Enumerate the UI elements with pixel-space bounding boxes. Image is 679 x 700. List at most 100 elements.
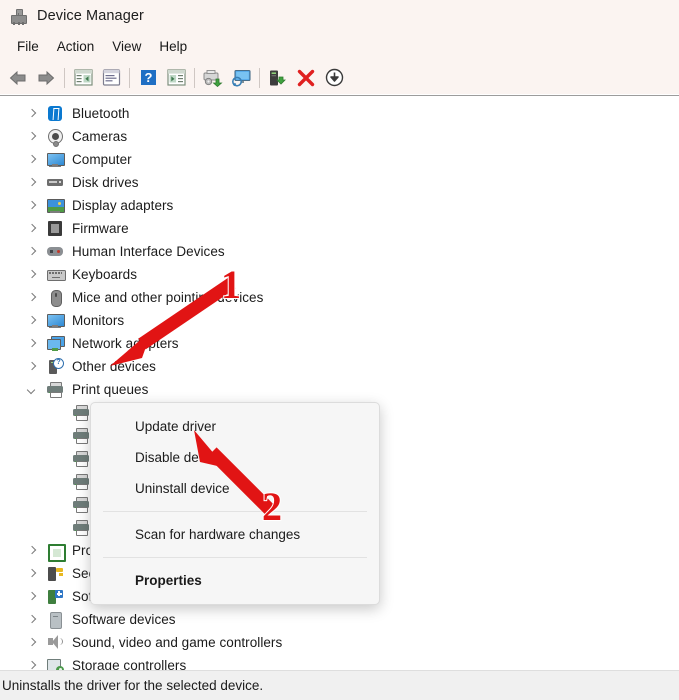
- printer-icon: [72, 404, 90, 422]
- chevron-right-icon[interactable]: [26, 338, 38, 350]
- context-menu-item-update-driver[interactable]: Update driver: [91, 411, 379, 442]
- back-icon[interactable]: [4, 65, 32, 91]
- tree-item-label: Keyboards: [72, 267, 137, 282]
- tree-item-label: Print queues: [72, 382, 149, 397]
- annotation-number-2: 2: [261, 484, 283, 529]
- enable-device-icon[interactable]: [264, 65, 292, 91]
- tree-item-label: Firmware: [72, 221, 129, 236]
- printer-icon: [72, 473, 90, 491]
- show-hide-console-tree-icon[interactable]: [69, 65, 97, 91]
- tree-item-label: Human Interface Devices: [72, 244, 225, 259]
- bluetooth-icon: [46, 105, 64, 123]
- tree-item-display-adapters[interactable]: Display adapters: [0, 194, 679, 217]
- menu-action[interactable]: Action: [48, 36, 104, 57]
- tree-item-label: Storage controllers: [72, 658, 187, 670]
- tree-item-label: Network adapters: [72, 336, 179, 351]
- context-menu-item-properties[interactable]: Properties: [91, 565, 379, 596]
- help-icon[interactable]: ?: [134, 65, 162, 91]
- tree-item-other-devices[interactable]: ? Other devices: [0, 355, 679, 378]
- software-component-icon: [46, 588, 64, 606]
- human-interface-device-icon: [46, 243, 64, 261]
- chevron-right-icon[interactable]: [26, 315, 38, 327]
- context-menu-item-scan-for-hardware-changes[interactable]: Scan for hardware changes: [91, 519, 379, 550]
- chevron-right-icon[interactable]: [26, 568, 38, 580]
- monitor-icon: [46, 312, 65, 330]
- menu-view[interactable]: View: [103, 36, 150, 57]
- context-menu-item-disable-device[interactable]: Disable device: [91, 442, 379, 473]
- display-adapter-icon: [46, 197, 65, 215]
- tree-item-label: Computer: [72, 152, 132, 167]
- toolbar: ?: [0, 61, 679, 94]
- tree-item-label: Bluetooth: [72, 106, 130, 121]
- tree-item-keyboards[interactable]: Keyboards: [0, 263, 679, 286]
- tree-item-label: Display adapters: [72, 198, 174, 213]
- tree-item-firmware[interactable]: Firmware: [0, 217, 679, 240]
- menu-file[interactable]: File: [8, 36, 48, 57]
- chevron-right-icon[interactable]: [26, 361, 38, 373]
- chevron-down-icon[interactable]: [26, 384, 38, 396]
- tree-item-sound-video-game-controllers[interactable]: Sound, video and game controllers: [0, 631, 679, 654]
- device-manager-window: Device Manager File Action View Help ? B…: [0, 0, 679, 700]
- security-device-icon: [46, 565, 64, 583]
- chevron-right-icon[interactable]: [26, 545, 38, 557]
- network-adapter-icon: [46, 335, 65, 353]
- storage-controller-icon: [46, 657, 64, 670]
- disable-device-icon[interactable]: [320, 65, 348, 91]
- show-hide-action-pane-icon[interactable]: [162, 65, 190, 91]
- printer-icon: [72, 427, 90, 445]
- menu-help[interactable]: Help: [150, 36, 196, 57]
- other-device-icon: ?: [46, 357, 64, 376]
- toolbar-separator: [194, 67, 195, 88]
- tree-top-divider: [0, 95, 679, 96]
- chevron-right-icon[interactable]: [26, 660, 38, 671]
- chevron-right-icon[interactable]: [26, 223, 38, 235]
- chevron-right-icon[interactable]: [26, 591, 38, 603]
- status-bar: Uninstalls the driver for the selected d…: [0, 670, 679, 700]
- tree-item-monitors[interactable]: Monitors: [0, 309, 679, 332]
- tree-item-network-adapters[interactable]: Network adapters: [0, 332, 679, 355]
- processor-icon: [46, 542, 66, 562]
- chevron-right-icon[interactable]: [26, 614, 38, 626]
- chevron-right-icon[interactable]: [26, 200, 38, 212]
- tree-item-print-queues[interactable]: Print queues: [0, 378, 679, 401]
- tree-item-label: Other devices: [72, 359, 156, 374]
- svg-text:?: ?: [144, 70, 152, 85]
- printer-icon: [46, 381, 64, 399]
- disk-drive-icon: [46, 174, 64, 192]
- tree-item-cameras[interactable]: Cameras: [0, 125, 679, 148]
- tree-item-computer[interactable]: Computer: [0, 148, 679, 171]
- camera-icon: [46, 128, 64, 147]
- chevron-right-icon[interactable]: [26, 637, 38, 649]
- chevron-right-icon[interactable]: [26, 292, 38, 304]
- chevron-right-icon[interactable]: [26, 131, 38, 143]
- tree-item-bluetooth[interactable]: Bluetooth: [0, 102, 679, 125]
- forward-icon[interactable]: [32, 65, 60, 91]
- context-menu[interactable]: Update driver Disable device Uninstall d…: [90, 402, 380, 605]
- properties-icon[interactable]: [97, 65, 125, 91]
- chevron-right-icon[interactable]: [26, 154, 38, 166]
- uninstall-device-icon[interactable]: [292, 65, 320, 91]
- printer-icon: [72, 519, 90, 537]
- tree-item-storage-controllers[interactable]: Storage controllers: [0, 654, 679, 670]
- tree-item-disk-drives[interactable]: Disk drives: [0, 171, 679, 194]
- context-menu-separator: [103, 557, 367, 558]
- sound-controller-icon: [46, 634, 64, 652]
- tree-item-software-devices[interactable]: Software devices: [0, 608, 679, 631]
- printer-icon: [72, 450, 90, 468]
- chevron-right-icon[interactable]: [26, 108, 38, 120]
- scan-for-hardware-changes-icon[interactable]: [227, 65, 255, 91]
- update-driver-icon[interactable]: [199, 65, 227, 91]
- chevron-right-icon[interactable]: [26, 269, 38, 281]
- computer-icon: [46, 151, 65, 169]
- chevron-right-icon[interactable]: [26, 177, 38, 189]
- tree-item-label: Software devices: [72, 612, 176, 627]
- tree-item-mice-and-pointing-devices[interactable]: Mice and other pointing devices: [0, 286, 679, 309]
- title-bar: Device Manager: [0, 0, 679, 32]
- menu-bar: File Action View Help: [0, 32, 679, 61]
- context-menu-item-uninstall-device[interactable]: Uninstall device: [91, 473, 379, 504]
- mouse-icon: [46, 289, 64, 307]
- tree-item-label: Sound, video and game controllers: [72, 635, 283, 650]
- toolbar-separator: [129, 67, 130, 88]
- tree-item-human-interface-devices[interactable]: Human Interface Devices: [0, 240, 679, 263]
- chevron-right-icon[interactable]: [26, 246, 38, 258]
